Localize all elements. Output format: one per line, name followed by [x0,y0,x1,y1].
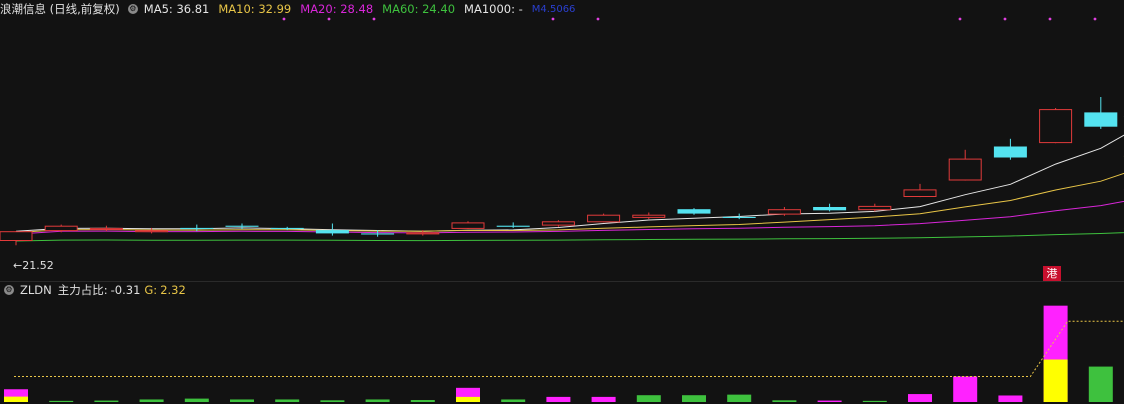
indicator-bar [953,376,978,402]
g-value: 2.32 [160,283,186,297]
g-level-line [14,320,1124,377]
indicator-bar [320,400,345,402]
candle-body [0,231,33,241]
candle-body [1039,109,1073,144]
indicator-bar [139,399,164,402]
stock-title: 浪潮信息 (日线,前复权) [0,2,120,16]
ma20-line [15,189,1124,235]
candles [0,97,1118,246]
settings-icon[interactable]: ⚙ [127,4,138,14]
top-marker-dot [372,17,376,21]
candle-body [135,230,169,233]
top-marker-dot [551,17,555,21]
top-marker-dot [958,17,962,21]
indicator-value: -0.31 [110,283,141,297]
candle-body [270,227,304,229]
candle-body [948,158,982,181]
candle-body [993,146,1027,158]
indicator-bar [410,400,435,402]
indicator-bar [727,394,752,402]
indicator-bar-yellow [4,396,28,402]
indicator-bar [1088,366,1113,402]
candle-body [496,225,530,227]
candle-body [722,216,756,218]
extra-label: M4.5066 [531,3,576,15]
g-label: G: [144,283,158,297]
indicator-bar [862,400,887,402]
candle-body [1084,112,1118,127]
indicator-bar-yellow [456,396,480,402]
top-marker-dot [327,17,331,21]
ma20-label: MA20: 28.48 [300,2,374,16]
indicator-bar [591,396,616,402]
candle-body [315,230,349,234]
candle-body [541,221,575,226]
indicator-bar [501,399,526,402]
ma1000-label: MA1000: - [464,2,523,16]
indicator-bar [275,399,300,402]
indicator-bar [365,399,390,402]
candle-body [225,225,259,227]
low-price-label: ←21.52 [13,259,54,272]
candle-body [767,209,801,215]
ma10-label: MA10: 32.99 [218,2,292,16]
indicator-bar [49,400,74,402]
candle-body [451,222,485,229]
indicator-bar-yellow [1043,359,1068,402]
top-markers [282,17,1097,21]
indicator-name: ZLDN [20,283,52,297]
indicator-bar [230,399,254,402]
candle-body [89,227,123,230]
candle-body [587,214,621,223]
g-dotted-line [14,320,1124,377]
candle-body [677,209,711,214]
top-marker-dot [282,17,286,21]
indicator-header: ⚙ ZLDN 主力占比: -0.31 G: 2.32 [0,281,195,299]
indicator-bars [4,305,1113,402]
ma5-label: MA5: 36.81 [143,2,210,16]
top-marker-dot [1003,17,1007,21]
ma60-label: MA60: 24.40 [382,2,456,16]
indicator-bar [682,395,706,402]
indicator-label: 主力占比: [57,283,108,297]
price-header: 浪潮信息 (日线,前复权) ⚙ MA5: 36.81 MA10: 32.99 M… [0,0,584,18]
indicator-bar [908,394,932,402]
indicator-bar [94,400,119,402]
candle-body [361,233,395,235]
indicator-bar [772,400,797,402]
stock-chart [0,17,1124,402]
candle-body [180,227,214,229]
candle-body [813,207,847,211]
candle-body [903,189,937,197]
indicator-bar [998,395,1023,402]
hk-badge: 港 [1043,266,1061,281]
candle-body [858,205,892,211]
candle-body [406,232,440,235]
candle-body [44,225,78,232]
top-marker-dot [596,17,600,21]
indicator-bar [546,396,571,402]
indicator-bar [184,398,209,402]
indicator-bar [636,395,661,402]
settings-icon[interactable]: ⚙ [4,285,14,295]
top-marker-dot [1048,17,1052,21]
candle-body [632,214,666,218]
indicator-bar [817,400,842,402]
top-marker-dot [1093,17,1097,21]
